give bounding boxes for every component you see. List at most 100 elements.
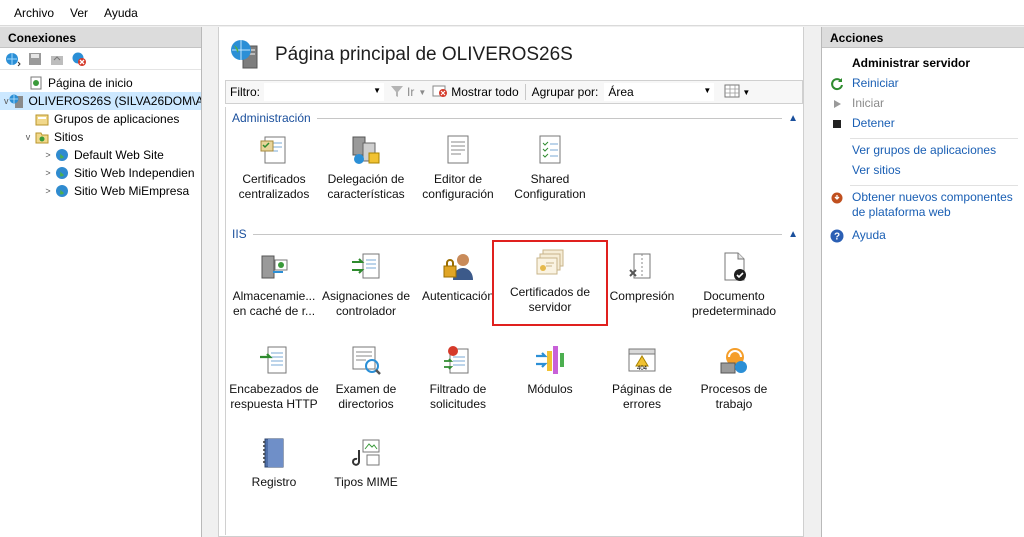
tree-expander[interactable]: > xyxy=(42,168,54,178)
feature-label: Filtrado de solicitudes xyxy=(429,382,487,411)
feature-paginas-errores[interactable]: 404 Páginas de errores xyxy=(596,339,688,419)
default-document-icon xyxy=(724,252,746,281)
certificates-icon xyxy=(260,136,286,164)
action-help[interactable]: ? Ayuda xyxy=(822,228,1024,244)
filter-input[interactable]: ▼ xyxy=(264,83,384,101)
action-start[interactable]: Iniciar xyxy=(822,96,1024,112)
delegation-icon xyxy=(352,136,380,164)
http-headers-icon xyxy=(260,346,287,374)
chevron-down-icon: ▼ xyxy=(373,86,381,95)
server-certificates-icon xyxy=(536,249,564,275)
start-icon xyxy=(830,97,844,111)
error-pages-icon: 404 xyxy=(628,348,656,372)
action-label: Ayuda xyxy=(852,228,886,242)
globe-icon xyxy=(54,147,70,163)
show-all-button[interactable]: Mostrar todo xyxy=(432,84,519,101)
filter-label: Filtro: xyxy=(230,85,260,99)
feature-tipos-mime[interactable]: Tipos MIME xyxy=(320,432,412,512)
section-divider xyxy=(252,233,783,235)
action-label: Ver sitios xyxy=(852,163,901,177)
section-title: IIS xyxy=(232,227,253,241)
tree-item-label: Default Web Site xyxy=(74,148,164,162)
tree-expander[interactable]: > xyxy=(42,186,54,196)
feature-procesos-trabajo[interactable]: Procesos de trabajo xyxy=(688,339,780,419)
feature-editor-configuracion[interactable]: Editor de configuración xyxy=(412,129,504,209)
feature-label: Editor de configuración xyxy=(422,172,494,201)
group-by-label: Agrupar por: xyxy=(531,85,599,99)
action-view-sites[interactable]: Ver sitios xyxy=(822,163,1024,179)
connect-globe-icon[interactable] xyxy=(3,50,23,68)
error-badge: 404 xyxy=(637,366,648,372)
action-web-platform[interactable]: Obtener nuevos componentes de plataforma… xyxy=(822,190,1024,220)
tree-item-miempresa-site[interactable]: > Sitio Web MiEmpresa xyxy=(0,182,201,200)
go-button[interactable]: Ir ▼ xyxy=(390,84,426,101)
feature-modulos[interactable]: Módulos xyxy=(504,339,596,419)
menu-archivo[interactable]: Archivo xyxy=(6,6,62,20)
directory-browsing-icon xyxy=(352,346,381,375)
actions-panel: Acciones Administrar servidor Reiniciar … xyxy=(821,27,1024,537)
section-header-administracion[interactable]: Administración ▲ xyxy=(232,110,798,126)
chevron-down-icon: ▼ xyxy=(703,86,712,95)
config-editor-icon xyxy=(447,135,469,164)
tree-expander[interactable]: > xyxy=(42,150,54,160)
up-folder-icon[interactable] xyxy=(47,50,67,68)
action-label: Ver grupos de aplicaciones xyxy=(852,143,997,157)
collapse-icon[interactable]: ▲ xyxy=(788,113,798,124)
feature-almacenamiento-cache[interactable]: Almacenamie... en caché de r... xyxy=(228,246,320,326)
chevron-down-icon: ▼ xyxy=(742,87,751,97)
shared-config-icon xyxy=(539,135,561,164)
action-label: Iniciar xyxy=(852,96,885,110)
tree-item-default-web-site[interactable]: > Default Web Site xyxy=(0,146,201,164)
tree-item-independent-site[interactable]: > Sitio Web Independien xyxy=(0,164,201,182)
feature-compresion[interactable]: Compresión xyxy=(596,246,688,326)
tree-item-label: Sitio Web Independien xyxy=(74,166,195,180)
svg-text:?: ? xyxy=(834,232,840,243)
action-view-app-pools[interactable]: Ver grupos de aplicaciones xyxy=(822,143,1024,159)
feature-autenticacion[interactable]: Autenticación xyxy=(412,246,504,326)
feature-examen-directorios[interactable]: Examen de directorios xyxy=(320,339,412,419)
feature-shared-configuration[interactable]: Shared Configuration xyxy=(504,129,596,209)
group-by-select[interactable]: Área ▼ xyxy=(604,83,715,101)
output-cache-icon xyxy=(261,255,288,279)
actions-group-title: Administrar servidor xyxy=(852,56,971,70)
tree-expander[interactable]: v xyxy=(22,132,34,142)
feature-asignaciones-controlador[interactable]: Asignaciones de controlador xyxy=(320,246,412,326)
action-label: Detener xyxy=(852,116,895,130)
action-stop[interactable]: Detener xyxy=(822,116,1024,132)
show-all-icon xyxy=(432,84,448,101)
feature-filtrado-solicitudes[interactable]: Filtrado de solicitudes xyxy=(412,339,504,419)
tree-item-app-pools[interactable]: Grupos de aplicaciones xyxy=(0,110,201,128)
feature-documento-predeterminado[interactable]: Documento predeterminado xyxy=(688,246,780,326)
actions-title: Acciones xyxy=(822,27,1024,48)
tree-item-start-page[interactable]: Página de inicio xyxy=(0,74,201,92)
worker-processes-icon xyxy=(720,348,747,374)
connections-panel: Conexiones Página de inicio v OLIVEROS26… xyxy=(0,27,202,537)
feature-encabezados-http[interactable]: Encabezados de respuesta HTTP xyxy=(228,339,320,419)
tree-item-server[interactable]: v OLIVEROS26S (SILVA26DOM\A xyxy=(0,92,201,110)
feature-certificados-centralizados[interactable]: Certificados centralizados xyxy=(228,129,320,209)
section-title: Administración xyxy=(232,111,317,125)
save-icon[interactable] xyxy=(25,50,45,68)
menu-ver[interactable]: Ver xyxy=(62,6,96,20)
view-mode-button[interactable]: ▼ xyxy=(724,84,750,101)
disconnect-icon[interactable] xyxy=(69,50,89,68)
feature-label: Asignaciones de controlador xyxy=(321,289,411,318)
action-label: Obtener nuevos componentes de plataforma… xyxy=(852,190,1013,219)
authentication-icon xyxy=(443,254,473,280)
filter-bar: Filtro: ▼ Ir ▼ Mostrar todo Agrupar por:… xyxy=(225,80,803,104)
action-restart[interactable]: Reiniciar xyxy=(822,76,1024,92)
actions-separator xyxy=(850,138,1018,139)
feature-label: Almacenamie... en caché de r... xyxy=(232,289,316,318)
menu-ayuda[interactable]: Ayuda xyxy=(96,6,146,20)
tree-item-sites[interactable]: v Sitios xyxy=(0,128,201,146)
collapse-icon[interactable]: ▲ xyxy=(788,229,798,240)
actions-separator xyxy=(850,185,1018,186)
feature-registro[interactable]: Registro xyxy=(228,432,320,512)
globe-icon xyxy=(54,183,70,199)
feature-delegacion[interactable]: Delegación de características xyxy=(320,129,412,209)
modules-icon xyxy=(536,346,564,374)
view-grid-icon xyxy=(724,84,740,101)
feature-label: Compresión xyxy=(609,289,675,303)
feature-certificados-servidor[interactable]: Certificados de servidor xyxy=(492,240,608,326)
